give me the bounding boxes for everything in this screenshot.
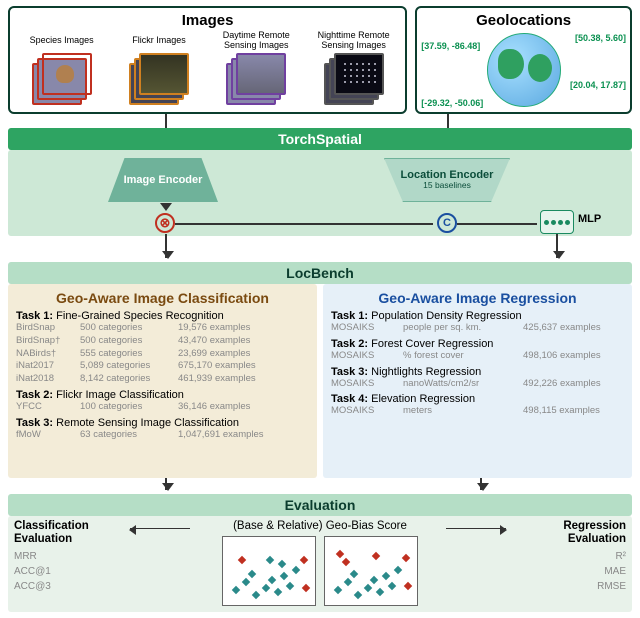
- col-night: Nighttime Remote Sensing Images: [308, 31, 399, 108]
- image-encoder: Image Encoder: [108, 158, 218, 202]
- ds-row: MOSAIKS% forest cover498,106 examples: [331, 350, 624, 363]
- ds-row: YFCC100 categories36,146 examples: [16, 401, 309, 414]
- stack-night: [324, 53, 384, 105]
- ds-row: fMoW63 categories1,047,691 examples: [16, 429, 309, 442]
- metric: MRR: [14, 549, 124, 564]
- label-flickr: Flickr Images: [132, 31, 186, 51]
- ds-row: iNat20188,142 categories461,939 examples: [16, 373, 309, 386]
- globe-icon: [487, 33, 561, 107]
- reg-eval-title: Regression Evaluation: [516, 520, 626, 545]
- classification-title: Geo-Aware Image Classification: [16, 290, 309, 306]
- ds-row: BirdSnap†500 categories43,470 examples: [16, 335, 309, 348]
- stack-daytime: [226, 53, 286, 105]
- ds-row: MOSAIKSmeters498,115 examples: [331, 405, 624, 418]
- coord-d: [-29.32, -50.06]: [421, 98, 483, 108]
- concat-op-icon: C: [437, 213, 457, 233]
- ds-row: MOSAIKSnanoWatts/cm2/sr492,226 examples: [331, 378, 624, 391]
- metric: RMSE: [516, 579, 626, 594]
- regression-title: Geo-Aware Image Regression: [331, 290, 624, 306]
- arrow-mid-right: [446, 528, 506, 529]
- classification-panel: Geo-Aware Image Classification Task 1: F…: [8, 284, 317, 478]
- reg-task1: Task 1: Population Density Regression: [331, 310, 624, 322]
- geolocations-box: Geolocations [37.59, -86.48] [50.38, 5.6…: [415, 6, 632, 114]
- metric: MAE: [516, 564, 626, 579]
- geo-bias-title: (Base & Relative) Geo-Bias Score: [200, 520, 440, 532]
- ds-row: NABirds†555 categories23,699 examples: [16, 348, 309, 361]
- line-loc-to-mlp: [457, 223, 537, 225]
- scatter-base: [222, 536, 316, 606]
- mlp-box: [540, 210, 574, 234]
- label-species: Species Images: [30, 31, 94, 51]
- geo-title: Geolocations: [423, 12, 624, 29]
- label-daytime: Daytime Remote Sensing Images: [211, 31, 302, 51]
- metric: R²: [516, 549, 626, 564]
- torchspatial-band: TorchSpatial: [8, 128, 632, 150]
- reg-task2: Task 2: Forest Cover Regression: [331, 338, 624, 350]
- stack-flickr: [129, 53, 189, 105]
- location-encoder-sub: 15 baselines: [423, 181, 471, 191]
- arrow-x-down: [165, 234, 167, 258]
- cls-eval-title: Classification Evaluation: [14, 520, 124, 545]
- cls-task1: Task 1: Fine-Grained Species Recognition: [16, 310, 309, 322]
- reg-task3: Task 3: Nightlights Regression: [331, 366, 624, 378]
- reg-task4: Task 4: Elevation Regression: [331, 393, 624, 405]
- regression-panel: Geo-Aware Image Regression Task 1: Popul…: [323, 284, 632, 478]
- ds-row: MOSAIKSpeople per sq. km.425,637 example…: [331, 322, 624, 335]
- coord-a: [37.59, -86.48]: [421, 41, 480, 51]
- locbench-band: LocBench: [8, 262, 632, 284]
- col-daytime: Daytime Remote Sensing Images: [211, 31, 302, 108]
- col-flickr: Flickr Images: [113, 31, 204, 108]
- classification-eval: Classification Evaluation MRR ACC@1 ACC@…: [14, 520, 124, 594]
- images-title: Images: [16, 12, 399, 29]
- arrow-mlp-down: [556, 234, 558, 258]
- image-columns: Species Images Flickr Images Daytime Rem…: [16, 31, 399, 108]
- locbench-row: Geo-Aware Image Classification Task 1: F…: [8, 284, 632, 478]
- ds-row: BirdSnap500 categories19,576 examples: [16, 322, 309, 335]
- arrow-reg-down: [480, 478, 482, 490]
- metric: ACC@3: [14, 579, 124, 594]
- geo-body: [37.59, -86.48] [50.38, 5.60] [20.04, 17…: [423, 31, 624, 108]
- arrow-cls-down: [165, 478, 167, 490]
- coord-c: [20.04, 17.87]: [570, 80, 626, 90]
- line-loc-to-x: [175, 223, 433, 225]
- ds-row: iNat20175,089 categories675,170 examples: [16, 360, 309, 373]
- image-encoder-label: Image Encoder: [124, 174, 203, 186]
- regression-eval: Regression Evaluation R² MAE RMSE: [516, 520, 626, 594]
- label-night: Nighttime Remote Sensing Images: [308, 31, 399, 51]
- evaluation-band: Evaluation: [8, 494, 632, 516]
- mlp-label: MLP: [578, 213, 601, 225]
- cls-task3: Task 3: Remote Sensing Image Classificat…: [16, 417, 309, 429]
- multiply-op-icon: ⊗: [155, 213, 175, 233]
- stack-species: [32, 53, 92, 105]
- col-species: Species Images: [16, 31, 107, 108]
- top-row: Images Species Images Flickr Images Dayt…: [8, 6, 632, 114]
- metric: ACC@1: [14, 564, 124, 579]
- scatter-relative: [324, 536, 418, 606]
- diagram-canvas: Images Species Images Flickr Images Dayt…: [0, 0, 640, 618]
- arrow-mid-left: [130, 528, 190, 529]
- images-box: Images Species Images Flickr Images Dayt…: [8, 6, 407, 114]
- coord-b: [50.38, 5.60]: [575, 33, 626, 43]
- cls-task2: Task 2: Flickr Image Classification: [16, 389, 309, 401]
- scatter-wrap: [222, 536, 418, 606]
- location-encoder: Location Encoder 15 baselines: [384, 158, 510, 202]
